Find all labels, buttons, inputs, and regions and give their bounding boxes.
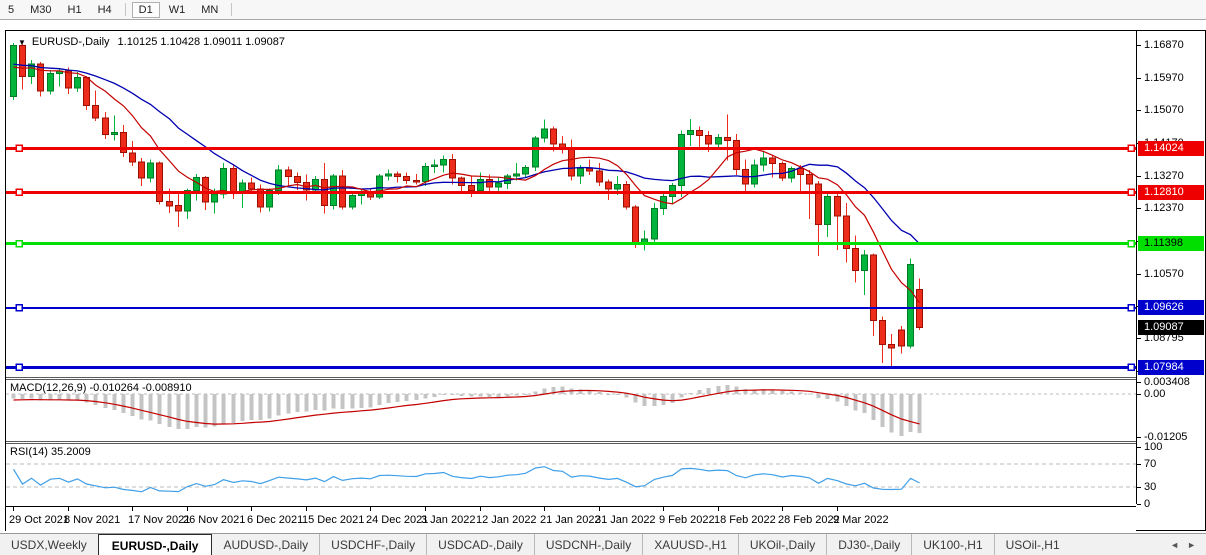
time-tick (425, 507, 426, 511)
time-axis-label: 21 Jan 2022 (540, 514, 601, 526)
line-anchor[interactable] (1128, 241, 1134, 247)
line-anchor[interactable] (16, 364, 22, 370)
time-tick (68, 507, 69, 511)
tf-button-h4[interactable]: H4 (91, 2, 119, 18)
time-axis-label: 15 Dec 2021 (302, 514, 364, 526)
price-scale[interactable]: 1.168701.159701.150701.141701.132701.123… (1136, 31, 1205, 504)
pane-divider[interactable] (6, 441, 1136, 442)
time-tick (132, 507, 133, 511)
tab-dj30-daily[interactable]: DJ30-,Daily (826, 534, 911, 555)
time-tick (480, 507, 481, 511)
chart-ohlc-values: 1.10125 1.10428 1.09011 1.09087 (118, 36, 285, 48)
time-tick (663, 507, 664, 511)
time-axis-label: 6 Dec 2021 (247, 514, 303, 526)
rsi-canvas[interactable] (6, 444, 1136, 506)
time-axis-label: 28 Feb 2022 (778, 514, 840, 526)
line-anchor[interactable] (16, 241, 22, 247)
line-anchor[interactable] (16, 145, 22, 151)
time-axis[interactable]: 29 Oct 20218 Nov 2021 17 Nov 202126 Nov 2… (6, 506, 1136, 531)
time-axis-label: 26 Nov 2021 (183, 514, 245, 526)
chart-symbol-label: EURUSD-,Daily (32, 36, 110, 48)
pane-divider[interactable] (6, 377, 1136, 378)
line-anchor[interactable] (1128, 189, 1134, 195)
tab-ukoil-daily[interactable]: UKOil-,Daily (738, 534, 826, 555)
toolbar-separator (125, 3, 126, 16)
time-tick (251, 507, 252, 511)
time-axis-label: 8 Nov 2021 (64, 514, 120, 526)
time-axis-label: 12 Jan 2022 (476, 514, 537, 526)
time-axis-label: 24 Dec 2021 (366, 514, 428, 526)
time-axis-label: 9 Feb 2022 (659, 514, 715, 526)
time-tick (187, 507, 188, 511)
tab-eurusd-daily[interactable]: EURUSD-,Daily (98, 534, 213, 555)
pane-divider[interactable] (6, 443, 1136, 444)
tab-usoil-h1[interactable]: USOil-,H1 (994, 534, 1071, 555)
time-tick (837, 507, 838, 511)
tabs-scroll-left-icon[interactable]: ◄ (1170, 540, 1179, 550)
time-axis-label: 17 Nov 2021 (128, 514, 190, 526)
time-tick (13, 507, 14, 511)
tf-button-w1[interactable]: W1 (162, 2, 193, 18)
tabs-scroll-right-icon[interactable]: ► (1187, 540, 1196, 550)
time-tick (782, 507, 783, 511)
price-badge-1.07984: 1.07984 (1138, 360, 1204, 375)
tf-button-m5[interactable]: 5 (1, 2, 21, 18)
collapse-triangle-icon[interactable]: ▼ (18, 38, 26, 47)
tab-audusd-daily[interactable]: AUDUSD-,Daily (212, 534, 319, 555)
time-tick (306, 507, 307, 511)
chart-window: ▼ EURUSD-,Daily 1.10125 1.10428 1.09011 1.… (5, 30, 1206, 531)
time-axis-label: 31 Jan 2022 (595, 514, 656, 526)
price-badge-1.14024: 1.14024 (1138, 141, 1204, 156)
rsi-indicator-label: RSI(14) 35.2009 (10, 446, 91, 458)
pane-divider[interactable] (6, 379, 1136, 380)
tf-button-d1[interactable]: D1 (132, 2, 160, 18)
chart-tabs-bar: USDX,Weekly EURUSD-,Daily AUDUSD-,Daily … (0, 533, 1206, 555)
tab-scroll-controls: ◄ ► (1160, 534, 1206, 555)
line-anchor[interactable] (16, 305, 22, 311)
tf-button-mn[interactable]: MN (194, 2, 225, 18)
timeframe-toolbar: 5 M30 H1 H4 D1 W1 MN (0, 0, 1206, 20)
line-anchor[interactable] (1128, 364, 1134, 370)
tab-usdcad-daily[interactable]: USDCAD-,Daily (426, 534, 534, 555)
price-badge-1.11398: 1.11398 (1138, 236, 1204, 251)
time-tick (544, 507, 545, 511)
time-tick (370, 507, 371, 511)
time-axis-label: 3 Jan 2022 (421, 514, 475, 526)
time-axis-label: 29 Oct 2021 (9, 514, 69, 526)
time-axis-label: 18 Feb 2022 (714, 514, 776, 526)
chart-title: ▼ EURUSD-,Daily 1.10125 1.10428 1.09011 1.… (18, 36, 285, 48)
time-axis-label: 9 Mar 2022 (833, 514, 889, 526)
candles-layer (11, 43, 923, 367)
line-anchor[interactable] (1128, 145, 1134, 151)
tab-usdcnh-daily[interactable]: USDCNH-,Daily (534, 534, 642, 555)
tab-xauusd-h1[interactable]: XAUUSD-,H1 (642, 534, 738, 555)
line-anchor[interactable] (16, 189, 22, 195)
time-tick (718, 507, 719, 511)
price-badge-1.09626: 1.09626 (1138, 300, 1204, 315)
toolbar-separator (231, 3, 232, 16)
price-badge-1.12810: 1.12810 (1138, 185, 1204, 200)
tab-usdchf-daily[interactable]: USDCHF-,Daily (319, 534, 426, 555)
main-chart-canvas[interactable] (6, 31, 1136, 377)
tf-button-h1[interactable]: H1 (61, 2, 89, 18)
tab-usdx-weekly[interactable]: USDX,Weekly (0, 534, 98, 555)
macd-indicator-label: MACD(12,26,9) -0.010264 -0.008910 (10, 382, 192, 394)
tf-button-m30[interactable]: M30 (23, 2, 58, 18)
current-price-badge: 1.09087 (1138, 320, 1204, 335)
line-anchor[interactable] (1128, 305, 1134, 311)
mt4-app: 5 M30 H1 H4 D1 W1 MN ▼ EURUSD-,Daily 1.101… (0, 0, 1206, 555)
time-tick (599, 507, 600, 511)
tab-uk100-h1[interactable]: UK100-,H1 (911, 534, 993, 555)
